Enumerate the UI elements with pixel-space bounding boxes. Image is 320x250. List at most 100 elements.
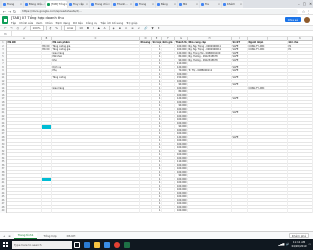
window-controls: – ▢ ✕ (298, 0, 312, 8)
bold-icon[interactable]: B (86, 26, 90, 30)
browser-tab-label: Trang chủ (95, 3, 108, 6)
browser-tab-label: Trang (139, 3, 147, 6)
percent-icon[interactable]: % (54, 26, 59, 30)
edge-icon[interactable] (82, 239, 92, 250)
doc-title[interactable]: [TAB] 07 Tổng hợp doanh thu (11, 16, 137, 20)
tab-favicon-icon (113, 3, 116, 6)
currency-icon[interactable]: ₫ (49, 26, 53, 30)
volume-icon[interactable]: 🔊 (286, 243, 289, 246)
table-cell[interactable] (232, 209, 248, 213)
address-bar: ← → ↻ https://docs.google.com/spreadshee… (0, 8, 313, 15)
browser-tab-bar: Trang×Đăng nhậ...×[TAB] Tổng×Truy cập×Tr… (0, 0, 313, 8)
tab-favicon-icon (223, 3, 226, 6)
browser-tab[interactable]: Thanh... × (112, 1, 133, 8)
italic-icon[interactable]: I (92, 26, 95, 30)
browser-tab[interactable]: Truy cập × (68, 1, 89, 8)
table-row: 49 1 100.000 (0, 209, 313, 213)
doc-header: [TAB] 07 Tổng hợp doanh thu Tệp Chỉnh sửa… (0, 15, 313, 25)
tab-favicon-icon (201, 3, 204, 6)
tab-close-icon[interactable]: × (196, 3, 198, 6)
table-cell[interactable] (188, 209, 232, 213)
tab-close-icon[interactable]: × (86, 3, 88, 6)
table-cell[interactable] (42, 209, 52, 213)
all-sheets-icon[interactable]: ≡ (8, 234, 10, 238)
tab-close-icon[interactable]: × (20, 3, 22, 6)
sheets-logo-icon[interactable] (2, 16, 8, 24)
table-cell[interactable] (162, 209, 175, 213)
browser-tab[interactable]: Đăng nhậ...× (24, 1, 45, 8)
font-size-select[interactable]: 10 (78, 26, 84, 30)
explore-button[interactable]: Khám phá (288, 233, 309, 238)
sheet-tab[interactable]: DS KH (63, 233, 80, 239)
tab-close-icon[interactable]: × (130, 3, 132, 6)
undo-icon[interactable]: ↶ (3, 26, 7, 30)
browser-tab[interactable]: Tra × (200, 1, 221, 8)
tab-close-icon[interactable]: × (174, 3, 176, 6)
browser-tab-label: Khách (227, 3, 236, 6)
menu-icon[interactable]: ⋮ (306, 9, 311, 14)
minimize-icon[interactable]: – (298, 2, 300, 6)
tab-close-icon[interactable]: × (240, 3, 242, 6)
browser-tab[interactable]: Mã × (178, 1, 199, 8)
share-button[interactable]: Chia sẻ (284, 17, 301, 22)
grid-rows: 1Mã ĐKMã sản phẩmKhoảng cáchSố lượngĐơn … (0, 41, 313, 213)
tab-close-icon[interactable]: × (218, 3, 220, 6)
link-icon[interactable]: 🔗 (143, 26, 148, 30)
browser-tab[interactable]: Trang × (134, 1, 155, 8)
network-icon[interactable]: ▂▄▆ (278, 243, 284, 246)
start-button[interactable] (0, 239, 11, 250)
url-input[interactable]: https://docs.google.com/spreadsheets/d/.… (20, 8, 298, 14)
paint-format-icon[interactable]: 🖌 (22, 26, 28, 30)
redo-icon[interactable]: ↷ (9, 26, 13, 30)
browser-tab-label: Trang (7, 3, 15, 6)
sheet-tab[interactable]: Trang tính1 (13, 232, 38, 239)
table-cell[interactable]: 1 (152, 209, 162, 213)
tab-favicon-icon (3, 3, 6, 6)
tab-close-icon[interactable]: × (152, 3, 154, 6)
table-cell[interactable] (248, 209, 288, 213)
table-cell[interactable] (288, 209, 313, 213)
browser-tab[interactable]: Trang chủ × (90, 1, 111, 8)
excel-icon[interactable] (122, 239, 132, 250)
store-icon[interactable] (102, 239, 112, 250)
sheet-tab[interactable]: Tổng hợp (39, 233, 60, 239)
function-icon[interactable]: Σ (157, 26, 161, 30)
chrome-icon[interactable] (112, 239, 122, 250)
tab-close-icon[interactable]: × (44, 3, 45, 6)
borders-icon[interactable]: ⊞ (118, 26, 122, 30)
notifications-icon[interactable]: ▭ (309, 243, 311, 246)
table-cell[interactable] (7, 209, 42, 213)
reload-icon[interactable]: ↻ (12, 9, 17, 14)
table-cell[interactable] (52, 209, 140, 213)
browser-tab[interactable]: [TAB] Tổng × (46, 1, 67, 8)
add-sheet-icon[interactable]: + (3, 234, 5, 238)
system-tray: ▂▄▆ 🔊 11:11 AM 04/20/2019 ▭ (278, 241, 313, 247)
wrap-icon[interactable]: ↵ (137, 26, 141, 30)
file-explorer-icon[interactable] (92, 239, 102, 250)
filter-icon[interactable]: ▼ (151, 26, 155, 30)
clock[interactable]: 11:11 AM 04/20/2019 (292, 241, 307, 247)
close-icon[interactable]: ✕ (309, 2, 312, 6)
merge-icon[interactable]: ⇔ (124, 26, 128, 30)
browser-tab[interactable]: Trang × (2, 1, 23, 8)
row-number[interactable]: 49 (0, 209, 7, 213)
avatar[interactable] (304, 17, 310, 23)
print-icon[interactable]: ⎙ (16, 26, 20, 30)
maximize-icon[interactable]: ▢ (303, 2, 306, 6)
spreadsheet-grid: ABCDEFGHIJK 1Mã ĐKMã sản phẩmKhoảng cách… (0, 37, 313, 231)
strikethrough-icon[interactable]: S (97, 26, 101, 30)
task-view-icon[interactable] (72, 239, 82, 250)
tab-close-icon[interactable]: × (65, 3, 67, 6)
browser-tab-label: Truy cập (73, 3, 84, 6)
taskbar-search-input[interactable]: Type here to search (12, 240, 72, 249)
browser-tab[interactable]: Bảng × (156, 1, 177, 8)
browser-tab[interactable]: Khách × (222, 1, 243, 8)
table-cell[interactable] (140, 209, 152, 213)
text-color-icon[interactable]: A (103, 26, 107, 30)
align-icon[interactable]: ≡ (130, 26, 134, 30)
tab-favicon-icon (47, 3, 50, 6)
table-cell[interactable]: 100.000 (175, 209, 188, 213)
tab-favicon-icon (157, 3, 160, 6)
tab-close-icon[interactable]: × (108, 3, 110, 6)
fill-color-icon[interactable]: ◈ (112, 26, 116, 30)
